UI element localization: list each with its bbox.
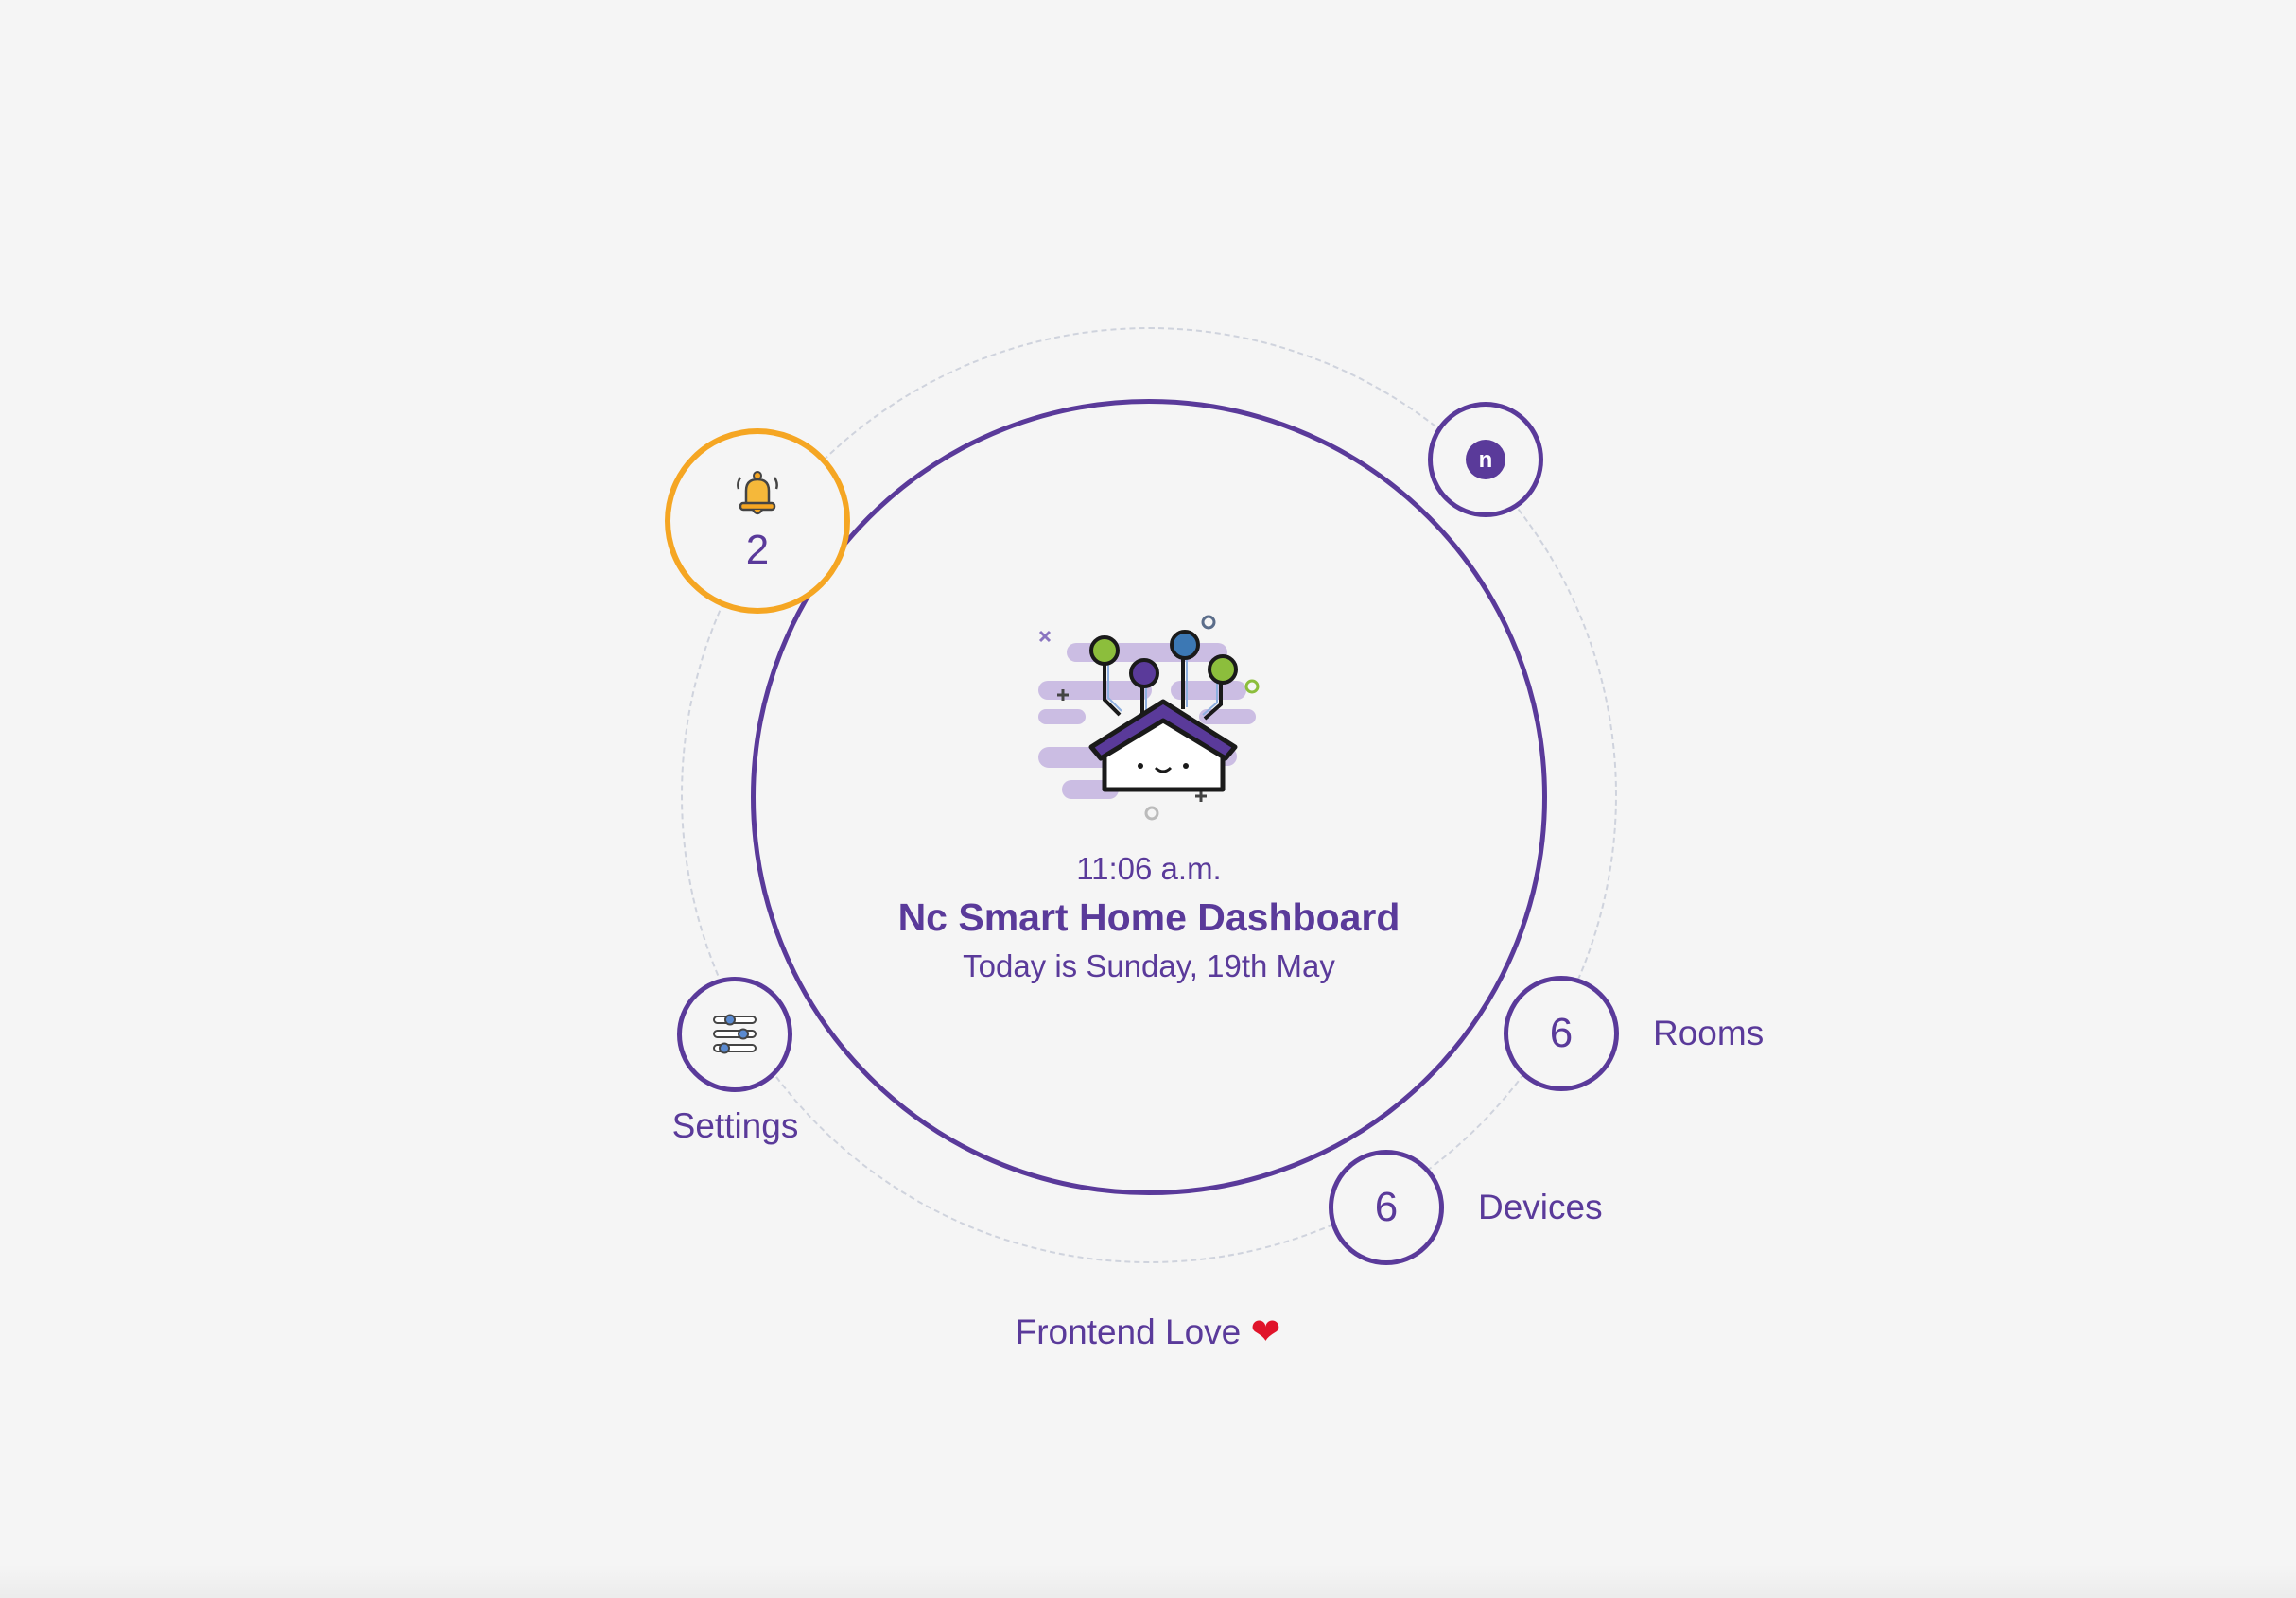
- settings-button[interactable]: [677, 977, 792, 1092]
- current-time: 11:06 a.m.: [1076, 851, 1222, 886]
- rooms-count: 6: [1549, 1010, 1574, 1056]
- heart-icon: ❤: [1250, 1312, 1281, 1352]
- dashboard-stage: 11:06 a.m. Nc Smart Home Dashboard Today…: [0, 0, 2296, 1598]
- notification-count: 2: [745, 527, 770, 573]
- footer-credit: Frontend Love ❤: [959, 1311, 1337, 1353]
- sliders-icon: [713, 1014, 757, 1054]
- devices-count: 6: [1374, 1184, 1399, 1230]
- bell-icon: [737, 471, 778, 515]
- settings-label[interactable]: Settings: [662, 1106, 809, 1146]
- current-date: Today is Sunday, 19th May: [963, 948, 1335, 983]
- page-title: Nc Smart Home Dashboard: [897, 895, 1400, 939]
- footer-text: Frontend Love: [1015, 1312, 1242, 1351]
- profile-button[interactable]: n: [1428, 402, 1543, 517]
- devices-label[interactable]: Devices: [1478, 1188, 1603, 1227]
- rooms-label[interactable]: Rooms: [1653, 1014, 1764, 1053]
- rooms-button[interactable]: 6: [1504, 976, 1619, 1091]
- notifications-button[interactable]: 2: [665, 428, 850, 614]
- smart-home-illustration: [1038, 615, 1260, 821]
- nc-logo-icon: n: [1466, 440, 1505, 479]
- nc-logo-letter: n: [1479, 447, 1493, 473]
- devices-button[interactable]: 6: [1329, 1150, 1444, 1265]
- bottom-shadow: [0, 1564, 2296, 1598]
